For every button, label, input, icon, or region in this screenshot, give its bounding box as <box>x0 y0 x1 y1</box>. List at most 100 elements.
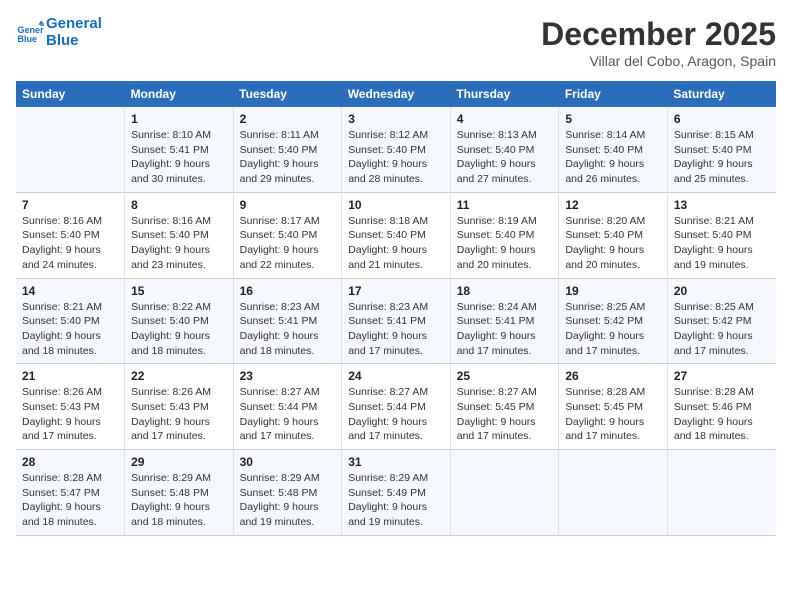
day-cell <box>667 450 776 536</box>
day-number: 21 <box>22 369 118 383</box>
day-cell: 21 Sunrise: 8:26 AM Sunset: 5:43 PM Dayli… <box>16 364 125 450</box>
day-number: 20 <box>674 284 770 298</box>
day-cell: 3Sunrise: 8:12 AM Sunset: 5:40 PM Daylig… <box>342 107 451 192</box>
day-info: Sunrise: 8:16 AM Sunset: 5:40 PM Dayligh… <box>22 214 118 273</box>
day-info: Sunrise: 8:29 AM Sunset: 5:49 PM Dayligh… <box>348 471 444 530</box>
week-row-2: 14Sunrise: 8:21 AM Sunset: 5:40 PM Dayli… <box>16 278 776 364</box>
day-cell: 30 Sunrise: 8:29 AM Sunset: 5:48 PM Dayli… <box>233 450 342 536</box>
day-cell: 19Sunrise: 8:25 AM Sunset: 5:42 PM Dayli… <box>559 278 668 364</box>
day-info: Sunrise: 8:26 AM Sunset: 5:43 PM Dayligh… <box>131 385 227 444</box>
day-number: 2 <box>240 112 336 126</box>
day-cell: 28Sunrise: 8:28 AM Sunset: 5:47 PM Dayli… <box>16 450 125 536</box>
day-cell: 2 Sunrise: 8:11 AM Sunset: 5:40 PM Daylig… <box>233 107 342 192</box>
day-number: 22 <box>131 369 227 383</box>
day-cell: 11Sunrise: 8:19 AM Sunset: 5:40 PM Dayli… <box>450 192 559 278</box>
day-info: Sunrise: 8:28 AM Sunset: 5:47 PM Dayligh… <box>22 471 118 530</box>
day-cell: 16 Sunrise: 8:23 AM Sunset: 5:41 PM Dayli… <box>233 278 342 364</box>
day-info: Sunrise: 8:21 AM Sunset: 5:40 PM Dayligh… <box>22 300 118 359</box>
day-number: 24 <box>348 369 444 383</box>
logo-line2: Blue <box>46 33 102 50</box>
day-cell: 15 Sunrise: 8:22 AM Sunset: 5:40 PM Dayli… <box>125 278 234 364</box>
day-cell: 4 Sunrise: 8:13 AM Sunset: 5:40 PM Daylig… <box>450 107 559 192</box>
weekday-header-saturday: Saturday <box>667 81 776 107</box>
day-cell: 22 Sunrise: 8:26 AM Sunset: 5:43 PM Dayli… <box>125 364 234 450</box>
day-info: Sunrise: 8:22 AM Sunset: 5:40 PM Dayligh… <box>131 300 227 359</box>
weekday-header-row: SundayMondayTuesdayWednesdayThursdayFrid… <box>16 81 776 107</box>
day-number: 15 <box>131 284 227 298</box>
day-cell: 9Sunrise: 8:17 AM Sunset: 5:40 PM Daylig… <box>233 192 342 278</box>
day-info: Sunrise: 8:27 AM Sunset: 5:45 PM Dayligh… <box>457 385 553 444</box>
day-info: Sunrise: 8:29 AM Sunset: 5:48 PM Dayligh… <box>131 471 227 530</box>
day-number: 8 <box>131 198 227 212</box>
day-cell: 6 Sunrise: 8:15 AM Sunset: 5:40 PM Daylig… <box>667 107 776 192</box>
day-info: Sunrise: 8:13 AM Sunset: 5:40 PM Dayligh… <box>457 128 553 187</box>
day-cell: 25 Sunrise: 8:27 AM Sunset: 5:45 PM Dayli… <box>450 364 559 450</box>
weekday-header-sunday: Sunday <box>16 81 125 107</box>
day-cell: 27 Sunrise: 8:28 AM Sunset: 5:46 PM Dayli… <box>667 364 776 450</box>
day-info: Sunrise: 8:21 AM Sunset: 5:40 PM Dayligh… <box>674 214 770 273</box>
day-number: 27 <box>674 369 770 383</box>
day-info: Sunrise: 8:15 AM Sunset: 5:40 PM Dayligh… <box>674 128 770 187</box>
day-number: 13 <box>674 198 770 212</box>
day-cell: 31Sunrise: 8:29 AM Sunset: 5:49 PM Dayli… <box>342 450 451 536</box>
day-info: Sunrise: 8:20 AM Sunset: 5:40 PM Dayligh… <box>565 214 661 273</box>
day-cell <box>450 450 559 536</box>
day-info: Sunrise: 8:11 AM Sunset: 5:40 PM Dayligh… <box>240 128 336 187</box>
day-cell: 24 Sunrise: 8:27 AM Sunset: 5:44 PM Dayli… <box>342 364 451 450</box>
day-cell: 12 Sunrise: 8:20 AM Sunset: 5:40 PM Dayli… <box>559 192 668 278</box>
day-info: Sunrise: 8:14 AM Sunset: 5:40 PM Dayligh… <box>565 128 661 187</box>
day-info: Sunrise: 8:10 AM Sunset: 5:41 PM Dayligh… <box>131 128 227 187</box>
weekday-header-monday: Monday <box>125 81 234 107</box>
week-row-4: 28Sunrise: 8:28 AM Sunset: 5:47 PM Dayli… <box>16 450 776 536</box>
day-cell: 8Sunrise: 8:16 AM Sunset: 5:40 PM Daylig… <box>125 192 234 278</box>
day-cell <box>16 107 125 192</box>
day-number: 30 <box>240 455 336 469</box>
day-number: 12 <box>565 198 661 212</box>
day-number: 18 <box>457 284 553 298</box>
day-info: Sunrise: 8:25 AM Sunset: 5:42 PM Dayligh… <box>674 300 770 359</box>
day-number: 11 <box>457 198 553 212</box>
page-header: General Blue General Blue December 2025 … <box>16 16 776 69</box>
day-number: 16 <box>240 284 336 298</box>
week-row-3: 21 Sunrise: 8:26 AM Sunset: 5:43 PM Dayli… <box>16 364 776 450</box>
day-cell: 17Sunrise: 8:23 AM Sunset: 5:41 PM Dayli… <box>342 278 451 364</box>
day-number: 29 <box>131 455 227 469</box>
day-number: 3 <box>348 112 444 126</box>
day-number: 6 <box>674 112 770 126</box>
title-area: December 2025 Villar del Cobo, Aragon, S… <box>541 16 776 69</box>
day-number: 10 <box>348 198 444 212</box>
day-info: Sunrise: 8:29 AM Sunset: 5:48 PM Dayligh… <box>240 471 336 530</box>
day-number: 9 <box>240 198 336 212</box>
day-cell: 23 Sunrise: 8:27 AM Sunset: 5:44 PM Dayli… <box>233 364 342 450</box>
day-info: Sunrise: 8:27 AM Sunset: 5:44 PM Dayligh… <box>348 385 444 444</box>
day-info: Sunrise: 8:23 AM Sunset: 5:41 PM Dayligh… <box>240 300 336 359</box>
day-info: Sunrise: 8:23 AM Sunset: 5:41 PM Dayligh… <box>348 300 444 359</box>
calendar-table: SundayMondayTuesdayWednesdayThursdayFrid… <box>16 81 776 536</box>
svg-text:Blue: Blue <box>17 34 37 44</box>
day-info: Sunrise: 8:28 AM Sunset: 5:46 PM Dayligh… <box>674 385 770 444</box>
day-cell: 7 Sunrise: 8:16 AM Sunset: 5:40 PM Daylig… <box>16 192 125 278</box>
logo-icon: General Blue <box>16 19 44 47</box>
day-info: Sunrise: 8:18 AM Sunset: 5:40 PM Dayligh… <box>348 214 444 273</box>
day-info: Sunrise: 8:27 AM Sunset: 5:44 PM Dayligh… <box>240 385 336 444</box>
day-cell: 29 Sunrise: 8:29 AM Sunset: 5:48 PM Dayli… <box>125 450 234 536</box>
day-number: 4 <box>457 112 553 126</box>
day-cell: 20 Sunrise: 8:25 AM Sunset: 5:42 PM Dayli… <box>667 278 776 364</box>
day-info: Sunrise: 8:25 AM Sunset: 5:42 PM Dayligh… <box>565 300 661 359</box>
calendar-title: December 2025 <box>541 16 776 53</box>
day-info: Sunrise: 8:26 AM Sunset: 5:43 PM Dayligh… <box>22 385 118 444</box>
day-number: 5 <box>565 112 661 126</box>
day-cell: 13 Sunrise: 8:21 AM Sunset: 5:40 PM Dayli… <box>667 192 776 278</box>
logo-line1: General <box>46 16 102 33</box>
day-number: 7 <box>22 198 118 212</box>
logo: General Blue General Blue <box>16 16 102 49</box>
day-number: 23 <box>240 369 336 383</box>
day-cell: 10 Sunrise: 8:18 AM Sunset: 5:40 PM Dayli… <box>342 192 451 278</box>
day-cell: 18Sunrise: 8:24 AM Sunset: 5:41 PM Dayli… <box>450 278 559 364</box>
day-info: Sunrise: 8:28 AM Sunset: 5:45 PM Dayligh… <box>565 385 661 444</box>
weekday-header-thursday: Thursday <box>450 81 559 107</box>
day-number: 25 <box>457 369 553 383</box>
day-cell <box>559 450 668 536</box>
week-row-0: 1Sunrise: 8:10 AM Sunset: 5:41 PM Daylig… <box>16 107 776 192</box>
day-cell: 26Sunrise: 8:28 AM Sunset: 5:45 PM Dayli… <box>559 364 668 450</box>
